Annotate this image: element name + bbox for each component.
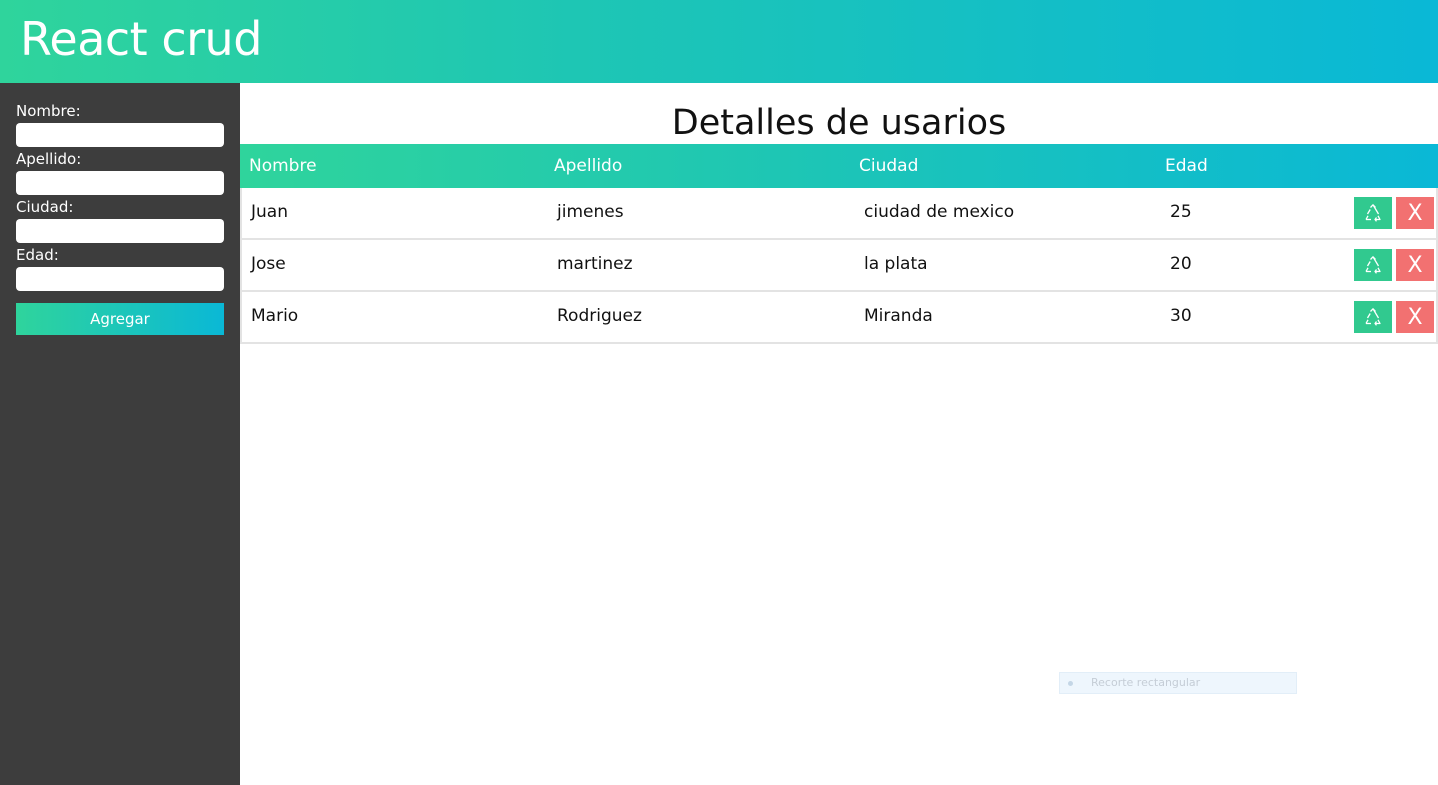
column-header-ciudad: Ciudad bbox=[859, 156, 919, 176]
table-header: Nombre Apellido Ciudad Edad bbox=[240, 144, 1438, 188]
cell-nombre: Jose bbox=[251, 254, 286, 274]
cell-apellido: jimenes bbox=[557, 202, 624, 222]
apellido-label: Apellido: bbox=[16, 150, 82, 168]
edad-label: Edad: bbox=[16, 246, 59, 264]
cell-edad: 20 bbox=[1170, 254, 1192, 274]
table-row: Mario Rodriguez Miranda 30 X bbox=[240, 292, 1438, 344]
edad-input[interactable] bbox=[16, 267, 224, 291]
ciudad-label: Ciudad: bbox=[16, 198, 74, 216]
edit-button[interactable] bbox=[1354, 301, 1392, 333]
cell-ciudad: la plata bbox=[864, 254, 928, 274]
user-form-sidebar: Nombre: Apellido: Ciudad: Edad: Agregar bbox=[0, 83, 240, 785]
recycle-icon bbox=[1365, 308, 1381, 326]
snip-tooltip: Recorte rectangular bbox=[1059, 672, 1297, 694]
page-title: Detalles de usarios bbox=[671, 103, 1007, 143]
recycle-icon bbox=[1365, 204, 1381, 222]
ciudad-input[interactable] bbox=[16, 219, 224, 243]
recycle-icon bbox=[1365, 256, 1381, 274]
cell-ciudad: Miranda bbox=[864, 306, 933, 326]
table-row: Jose martinez la plata 20 X bbox=[240, 240, 1438, 292]
delete-button[interactable]: X bbox=[1396, 301, 1434, 333]
cell-nombre: Juan bbox=[251, 202, 288, 222]
nombre-label: Nombre: bbox=[16, 102, 81, 120]
table-row: Juan jimenes ciudad de mexico 25 X bbox=[240, 188, 1438, 240]
edit-button[interactable] bbox=[1354, 197, 1392, 229]
delete-button[interactable]: X bbox=[1396, 249, 1434, 281]
column-header-apellido: Apellido bbox=[554, 156, 623, 176]
radio-dot-icon bbox=[1068, 681, 1073, 686]
cell-apellido: Rodriguez bbox=[557, 306, 642, 326]
nombre-input[interactable] bbox=[16, 123, 224, 147]
edit-button[interactable] bbox=[1354, 249, 1392, 281]
cell-edad: 30 bbox=[1170, 306, 1192, 326]
apellido-input[interactable] bbox=[16, 171, 224, 195]
cell-ciudad: ciudad de mexico bbox=[864, 202, 1015, 222]
cell-nombre: Mario bbox=[251, 306, 299, 326]
agregar-button[interactable]: Agregar bbox=[16, 303, 224, 335]
app-header: React crud bbox=[0, 0, 1438, 83]
cell-edad: 25 bbox=[1170, 202, 1192, 222]
snip-tooltip-text: Recorte rectangular bbox=[1091, 676, 1201, 689]
delete-button[interactable]: X bbox=[1396, 197, 1434, 229]
column-header-nombre: Nombre bbox=[249, 156, 317, 176]
cell-apellido: martinez bbox=[557, 254, 633, 274]
app-title: React crud bbox=[20, 12, 262, 66]
column-header-edad: Edad bbox=[1165, 156, 1208, 176]
